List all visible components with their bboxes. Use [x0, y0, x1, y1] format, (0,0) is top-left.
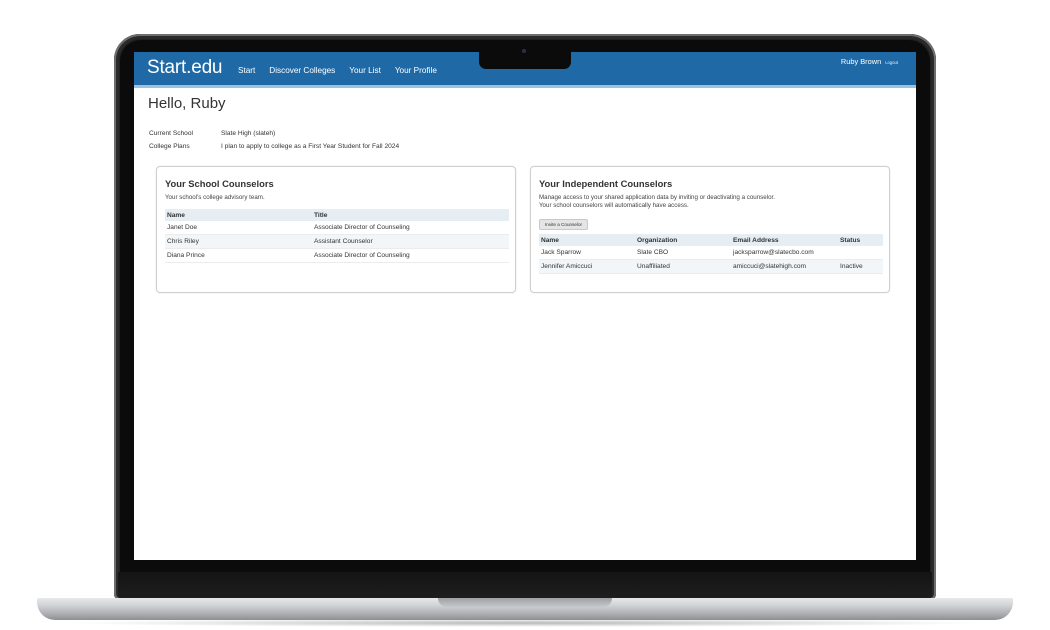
- laptop-base-notch: [438, 598, 612, 607]
- profile-summary: Current School Slate High (slateh) Colle…: [149, 127, 399, 153]
- counselor-status: [838, 246, 883, 260]
- laptop-chin: [118, 572, 932, 599]
- user-menu: Ruby Brown Logout: [841, 57, 898, 66]
- current-school-value: Slate High (slateh): [221, 130, 276, 137]
- independent-counselors-table: Name Organization Email Address Status J…: [539, 234, 883, 274]
- independent-counselors-card: Your Independent Counselors Manage acces…: [530, 166, 890, 293]
- counselor-title: Associate Director of Counseling: [312, 221, 509, 235]
- description-line-2: Your school counselors will automaticall…: [539, 202, 689, 209]
- nav-discover-colleges[interactable]: Discover Colleges: [269, 66, 335, 75]
- user-name[interactable]: Ruby Brown: [841, 57, 881, 66]
- counselor-name: Jennifer Amiccuci: [539, 259, 635, 274]
- independent-counselors-title: Your Independent Counselors: [539, 178, 673, 189]
- counselor-name: Chris Riley: [165, 234, 312, 249]
- nav-your-list[interactable]: Your List: [349, 66, 381, 75]
- counselor-name: Janet Doe: [165, 221, 312, 235]
- counselor-organization: Unaffiliated: [635, 259, 731, 274]
- column-header-organization: Organization: [635, 234, 731, 246]
- current-school-label: Current School: [149, 130, 193, 137]
- page-title: Hello, Ruby: [148, 95, 226, 112]
- school-counselors-card: Your School Counselors Your school's col…: [156, 166, 516, 293]
- counselor-email: amiccuci@slatehigh.com: [731, 259, 838, 274]
- table-row[interactable]: Jack Sparrow Slate CBO jacksparrow@slate…: [539, 246, 883, 260]
- nav-start[interactable]: Start: [238, 66, 255, 75]
- counselor-status: Inactive: [838, 259, 883, 274]
- counselor-name: Jack Sparrow: [539, 246, 635, 260]
- camera-icon: [522, 49, 526, 53]
- college-plans-label: College Plans: [149, 143, 190, 150]
- table-header-row: Name Title: [165, 209, 509, 221]
- column-header-name: Name: [539, 234, 635, 246]
- counselor-name: Diana Prince: [165, 248, 312, 263]
- laptop-shadow: [60, 619, 990, 627]
- college-plans-value: I plan to apply to college as a First Ye…: [221, 143, 400, 150]
- screen: Start.edu Start Discover Colleges Your L…: [134, 52, 916, 560]
- description-line-1: Manage access to your shared application…: [539, 194, 775, 201]
- column-header-email: Email Address: [731, 234, 838, 246]
- main-nav: Start Discover Colleges Your List Your P…: [238, 66, 437, 75]
- school-counselors-table: Name Title Janet Doe Associate Director …: [165, 209, 509, 263]
- invite-counselor-button[interactable]: Invite a Counselor: [539, 219, 589, 230]
- counselor-organization: Slate CBO: [635, 246, 731, 260]
- camera-notch: [479, 51, 571, 69]
- school-counselors-title: Your School Counselors: [165, 178, 274, 189]
- table-row: Diana Prince Associate Director of Couns…: [165, 248, 509, 263]
- table-row[interactable]: Jennifer Amiccuci Unaffiliated amiccuci@…: [539, 259, 883, 274]
- counselor-email: jacksparrow@slatecbo.com: [731, 246, 838, 260]
- table-row: Janet Doe Associate Director of Counseli…: [165, 221, 509, 235]
- current-school-row: Current School Slate High (slateh): [149, 127, 399, 140]
- column-header-name: Name: [165, 209, 312, 221]
- brand-logo[interactable]: Start.edu: [147, 57, 223, 79]
- college-plans-row: College Plans I plan to apply to college…: [149, 140, 399, 153]
- table-header-row: Name Organization Email Address Status: [539, 234, 883, 246]
- independent-counselors-description: Manage access to your shared application…: [539, 194, 775, 210]
- column-header-status: Status: [838, 234, 883, 246]
- logout-link[interactable]: Logout: [885, 60, 898, 65]
- school-counselors-description: Your school's college advisory team.: [165, 194, 265, 201]
- table-row: Chris Riley Assistant Counselor: [165, 234, 509, 249]
- counselor-title: Assistant Counselor: [312, 234, 509, 249]
- nav-your-profile[interactable]: Your Profile: [395, 66, 437, 75]
- column-header-title: Title: [312, 209, 509, 221]
- counselor-title: Associate Director of Counseling: [312, 248, 509, 263]
